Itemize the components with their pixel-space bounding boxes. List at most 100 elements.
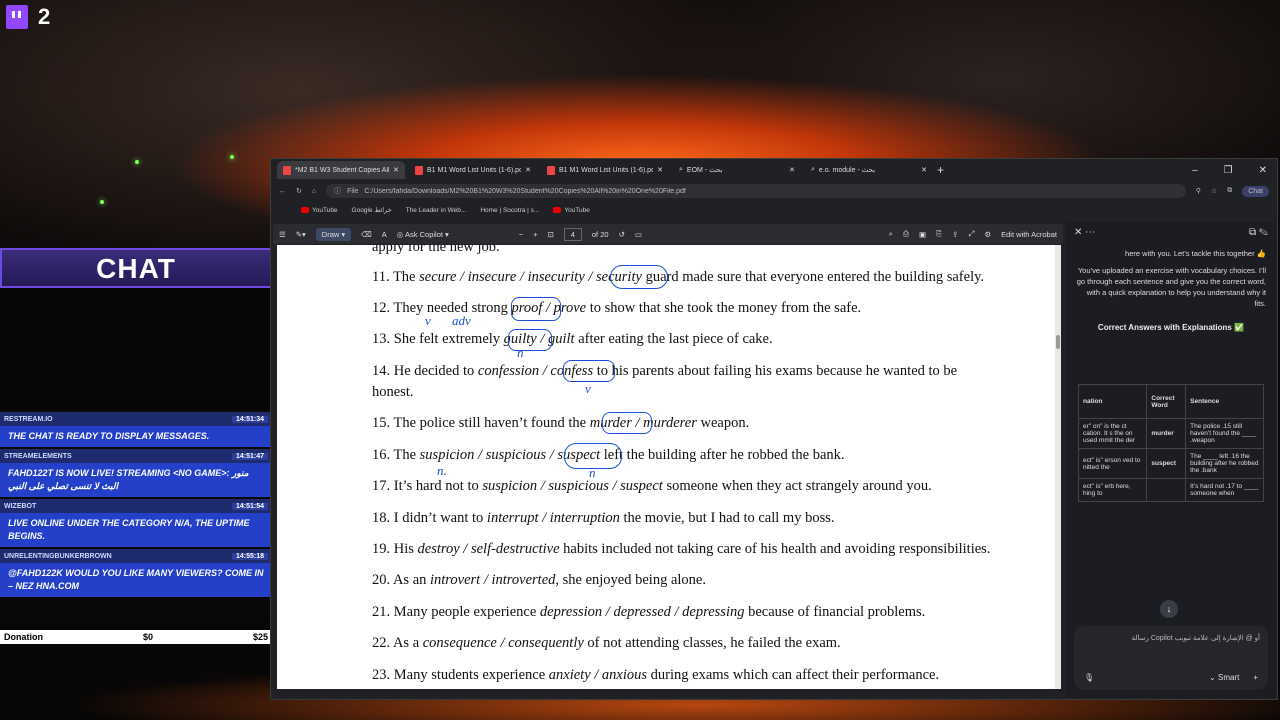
- share-icon[interactable]: ⇪: [952, 230, 958, 239]
- highlight-icon[interactable]: ✎▾: [296, 230, 306, 239]
- contents-icon[interactable]: ☰: [279, 230, 286, 239]
- page-view-icon[interactable]: ▭: [635, 230, 642, 239]
- tab-search[interactable]: ⌕ e.o. module - بحث ✕: [805, 161, 933, 179]
- home-icon[interactable]: ⌂: [312, 188, 316, 195]
- copilot-input[interactable]: رسالة Copilot أو @ الإشارة إلى علامة تبو…: [1074, 626, 1268, 690]
- table-header: Sentence: [1185, 384, 1264, 419]
- page-number-input[interactable]: 4: [563, 227, 582, 241]
- partial-line: apply for the new job.: [372, 245, 500, 255]
- close-window-icon[interactable]: ✕: [1259, 165, 1267, 176]
- ink-mark: adv: [452, 313, 471, 328]
- chat-text: THE CHAT IS READY TO DISPLAY MESSAGES.: [0, 426, 272, 447]
- back-icon[interactable]: ←: [279, 188, 286, 195]
- zoom-icon[interactable]: ⚲: [1196, 187, 1201, 195]
- sentence-line: 21. Many people experience depression / …: [372, 604, 926, 620]
- table-cell: ect" is" erb here, hing to: [1077, 478, 1148, 502]
- chat-text: FAHD122T IS NOW LIVE! STREAMING <NO GAME…: [0, 463, 272, 497]
- save-as-icon[interactable]: ⎘: [936, 229, 942, 239]
- ember-particle: [100, 200, 104, 204]
- table-cell: It’s hard not .17 to ____ someone when: [1185, 478, 1264, 502]
- answers-table: nation Correct Word Sentence er" on" is …: [1077, 384, 1264, 502]
- bookmark-label: Google خرائط: [351, 207, 392, 214]
- url-bar[interactable]: ⓘ File C:/Users/fahda/Downloads/M2%20B1%…: [326, 184, 1186, 198]
- zoom-in-icon[interactable]: +: [533, 230, 537, 239]
- close-icon[interactable]: ✕: [525, 166, 531, 174]
- close-icon[interactable]: ✕ ⋯: [1074, 227, 1095, 238]
- tab-search[interactable]: ⌕ EOM - بحث ✕: [673, 161, 801, 179]
- settings-icon[interactable]: ⚙: [984, 230, 991, 239]
- scroll-down-icon[interactable]: ↓: [1160, 600, 1178, 618]
- bookmark-maps[interactable]: Google خرائط: [352, 206, 392, 214]
- new-tab-icon[interactable]: +: [937, 163, 944, 177]
- copilot-intro: here with you. Let’s tackle this togethe…: [1125, 249, 1266, 258]
- edit-acrobat-button[interactable]: Edit with Acrobat: [1001, 230, 1057, 239]
- youtube-icon: [553, 207, 562, 213]
- sentence-line: 18. I didn’t want to interrupt / interru…: [372, 510, 835, 526]
- minimize-icon[interactable]: –: [1192, 165, 1198, 176]
- tab-pdf[interactable]: B1 M1 Word List Units (1-6).pdf ✕: [409, 161, 537, 179]
- maximize-icon[interactable]: ❐: [1224, 165, 1233, 176]
- scroll-thumb[interactable]: [1056, 335, 1060, 349]
- mode-select[interactable]: ⌄ Smart: [1209, 673, 1239, 682]
- ink-mark: n: [589, 465, 596, 480]
- save-icon[interactable]: ▣: [919, 230, 926, 239]
- chat-text: LIVE ONLINE UNDER THE CATEGORY N/A, THE …: [0, 513, 272, 547]
- tab-pdf-active[interactable]: *M2 B1 W3 Student Copies All in ✕: [277, 161, 405, 179]
- bookmark-youtube[interactable]: YouTube: [553, 207, 590, 214]
- refresh-icon[interactable]: ↻: [296, 187, 302, 195]
- table-row: er" on" is the ct cation. It s the on us…: [1077, 418, 1264, 449]
- zoom-out-icon[interactable]: −: [519, 230, 523, 239]
- sentence-line: 20. As an introvert / introverted, she e…: [372, 572, 706, 588]
- chat-message: RESTREAM.IO 14:51:34 THE CHAT IS READY TO…: [0, 412, 272, 447]
- extensions-icon[interactable]: ⧉: [1227, 187, 1232, 195]
- add-icon[interactable]: +: [1253, 673, 1258, 682]
- bookmark-label: The Leader in Web...: [405, 206, 467, 214]
- bookmark-socotra[interactable]: Home | Socotra | s...: [480, 207, 539, 214]
- new-chat-icon[interactable]: ⧉ ✎: [1249, 227, 1268, 238]
- fullscreen-icon[interactable]: ⤢: [968, 229, 974, 239]
- ember-particle: [230, 155, 234, 159]
- sentence-line: 15. The police still haven’t found the m…: [372, 415, 750, 431]
- draw-button[interactable]: Draw ▾: [315, 227, 352, 241]
- chat-message: STREAMELEMENTS 14:51:47 FAHD122T IS NOW L…: [0, 449, 272, 497]
- text-icon[interactable]: A: [382, 230, 387, 239]
- chat-message: WIZEBOT 14:51:54 LIVE ONLINE UNDER THE CA…: [0, 499, 272, 547]
- donation-label: Donation: [4, 632, 43, 642]
- search-pdf-icon[interactable]: ⌕: [889, 229, 893, 239]
- table-cell: er" on" is the ct cation. It s the on us…: [1077, 418, 1148, 449]
- page-count: of 20: [591, 229, 609, 239]
- rotate-icon[interactable]: ↺: [619, 230, 625, 239]
- bookmark-label: Home | Socotra | s...: [480, 206, 540, 214]
- pdf-icon: [283, 165, 291, 175]
- bookmarks-bar: YouTube Google خرائط The Leader in Web..…: [271, 201, 1277, 219]
- bookmark-youtube[interactable]: YouTube: [301, 207, 338, 214]
- tab-label: e.o. module - بحث: [818, 167, 876, 174]
- chat-button[interactable]: Chat: [1242, 185, 1269, 197]
- fit-icon[interactable]: ⊡: [548, 230, 554, 239]
- ask-copilot-button[interactable]: ◎ Ask Copilot ▾: [397, 230, 449, 239]
- table-cell: murder: [1146, 418, 1187, 449]
- pdf-scrollbar[interactable]: [1055, 245, 1061, 689]
- chat-username: STREAMELEMENTS: [4, 452, 72, 460]
- ink-circle: [563, 360, 615, 382]
- table-cell: ect" is" erson ved to nitted the: [1077, 448, 1148, 479]
- tab-pdf[interactable]: B1 M1 Word List Units (1-6).pdf ✕: [541, 161, 669, 179]
- table-cell: suspect: [1146, 448, 1187, 479]
- bookmark-leader[interactable]: The Leader in Web...: [406, 207, 467, 214]
- sentence-line: 17. It’s hard not to suspicion / suspici…: [372, 478, 932, 494]
- print-icon[interactable]: ⎙: [903, 229, 909, 239]
- close-icon[interactable]: ✕: [921, 166, 927, 174]
- table-cell: The police .15 still haven’t found the _…: [1185, 418, 1264, 449]
- table-row: ect" is" erson ved to nitted the suspect…: [1077, 448, 1264, 479]
- copilot-placeholder: رسالة Copilot أو @ الإشارة إلى علامة تبو…: [1131, 635, 1260, 642]
- eraser-icon[interactable]: ⌫: [361, 230, 372, 239]
- close-icon[interactable]: ✕: [789, 166, 795, 174]
- close-icon[interactable]: ✕: [393, 166, 399, 174]
- chat-username: RESTREAM.IO: [4, 415, 53, 423]
- favorite-icon[interactable]: ☆: [1211, 187, 1217, 195]
- twitch-icon: [6, 5, 28, 29]
- bookmark-label: YouTube: [312, 206, 338, 214]
- twitch-viewer-counter: 2: [6, 4, 50, 30]
- microphone-icon[interactable]: 🎙: [1084, 673, 1094, 682]
- close-icon[interactable]: ✕: [657, 166, 663, 174]
